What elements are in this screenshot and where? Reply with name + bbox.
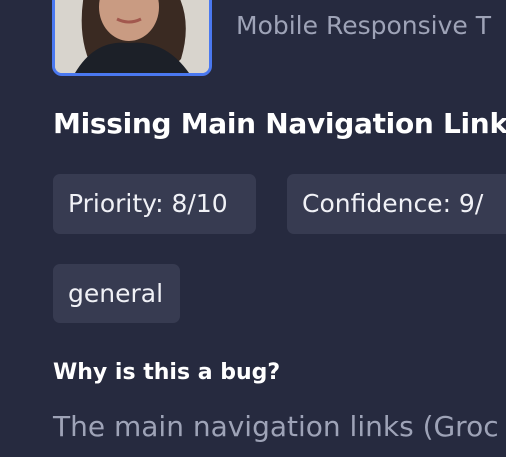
confidence-badge: Confidence: 9/ — [287, 174, 506, 234]
bug-description: The main navigation links (Groc — [53, 410, 499, 443]
bug-title: Missing Main Navigation Link — [53, 107, 506, 140]
portrait-image — [55, 0, 209, 73]
bug-report-card: Mobile Responsive T Missing Main Navigat… — [0, 0, 506, 457]
category-tag: general — [53, 264, 180, 323]
card-subtitle: Mobile Responsive T — [236, 11, 491, 40]
priority-badge: Priority: 8/10 — [53, 174, 256, 234]
screenshot-thumbnail[interactable] — [52, 0, 212, 76]
why-heading: Why is this a bug? — [53, 360, 281, 385]
